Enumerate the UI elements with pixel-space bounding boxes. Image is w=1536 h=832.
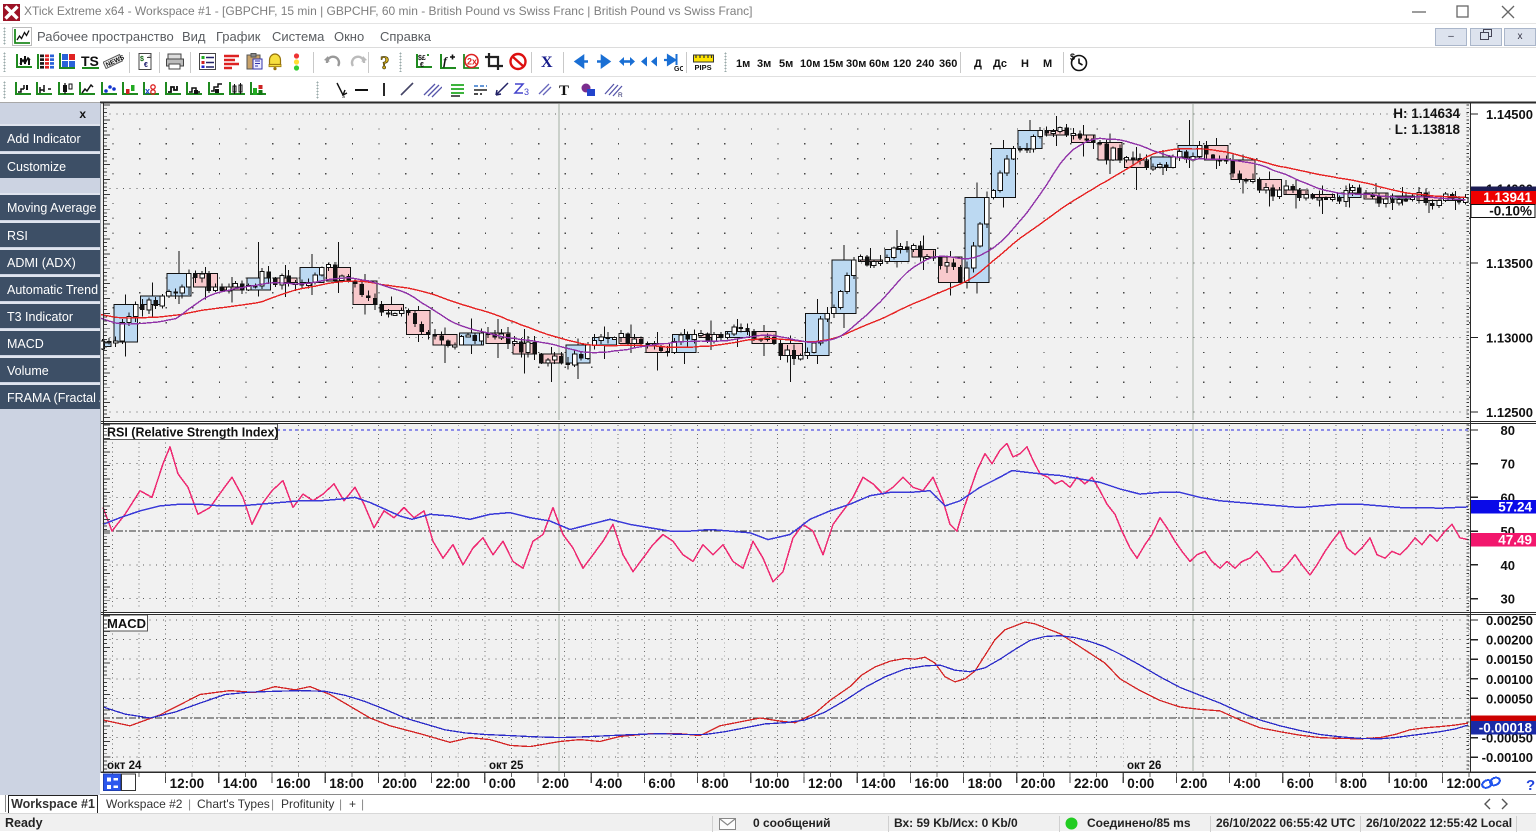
- svg-text:47.49: 47.49: [1498, 533, 1532, 548]
- svg-text:0:00: 0:00: [1127, 776, 1154, 791]
- svg-text:14:00: 14:00: [861, 776, 896, 791]
- svg-text:12:00: 12:00: [808, 776, 843, 791]
- svg-text:MACD: MACD: [107, 616, 146, 631]
- svg-text:-0.00100: -0.00100: [1482, 750, 1533, 765]
- svg-text:18:00: 18:00: [968, 776, 1003, 791]
- svg-text:2:00: 2:00: [542, 776, 569, 791]
- svg-text:8:00: 8:00: [702, 776, 729, 791]
- svg-text:70: 70: [1501, 457, 1515, 472]
- svg-text:0.00100: 0.00100: [1486, 672, 1533, 687]
- svg-text:1.13500: 1.13500: [1486, 256, 1533, 271]
- svg-text:40: 40: [1501, 558, 1515, 573]
- svg-text:0.00250: 0.00250: [1486, 613, 1533, 628]
- svg-text:4:00: 4:00: [595, 776, 622, 791]
- svg-text:18:00: 18:00: [329, 776, 364, 791]
- svg-text:6:00: 6:00: [648, 776, 675, 791]
- svg-text:16:00: 16:00: [914, 776, 949, 791]
- svg-text:4:00: 4:00: [1234, 776, 1261, 791]
- svg-text:H: 1.14634: H: 1.14634: [1393, 106, 1460, 121]
- svg-text:0.00200: 0.00200: [1486, 633, 1533, 648]
- svg-text:1.13000: 1.13000: [1486, 331, 1533, 346]
- svg-text:L: 1.13818: L: 1.13818: [1395, 122, 1461, 137]
- svg-text:22:00: 22:00: [436, 776, 471, 791]
- svg-text:30: 30: [1501, 592, 1515, 607]
- svg-text:57.24: 57.24: [1498, 500, 1532, 515]
- svg-text:RSI (Relative Strength Index): RSI (Relative Strength Index): [107, 426, 279, 440]
- svg-text:?: ?: [1526, 777, 1535, 794]
- svg-text:окт 26: окт 26: [1127, 760, 1161, 772]
- svg-text:1.12500: 1.12500: [1486, 405, 1533, 420]
- svg-text:10:00: 10:00: [1393, 776, 1428, 791]
- svg-text:10:00: 10:00: [755, 776, 790, 791]
- svg-text:0.00150: 0.00150: [1486, 652, 1533, 667]
- svg-text:окт 25: окт 25: [489, 760, 524, 772]
- svg-text:0:00: 0:00: [489, 776, 516, 791]
- svg-text:1.14500: 1.14500: [1486, 107, 1533, 122]
- svg-text:12:00: 12:00: [170, 776, 205, 791]
- svg-text:2:00: 2:00: [1180, 776, 1207, 791]
- svg-text:-0.00018: -0.00018: [1479, 721, 1533, 736]
- svg-text:окт 24: окт 24: [107, 760, 142, 772]
- svg-text:6:00: 6:00: [1287, 776, 1314, 791]
- svg-text:16:00: 16:00: [276, 776, 311, 791]
- svg-text:20:00: 20:00: [1021, 776, 1056, 791]
- svg-text:12:00: 12:00: [1446, 776, 1481, 791]
- svg-text:20:00: 20:00: [382, 776, 417, 791]
- svg-text:14:00: 14:00: [223, 776, 258, 791]
- svg-text:-0.10%: -0.10%: [1489, 204, 1532, 219]
- svg-text:22:00: 22:00: [1074, 776, 1109, 791]
- svg-text:0.00050: 0.00050: [1486, 691, 1533, 706]
- svg-text:8:00: 8:00: [1340, 776, 1367, 791]
- svg-text:80: 80: [1501, 423, 1515, 438]
